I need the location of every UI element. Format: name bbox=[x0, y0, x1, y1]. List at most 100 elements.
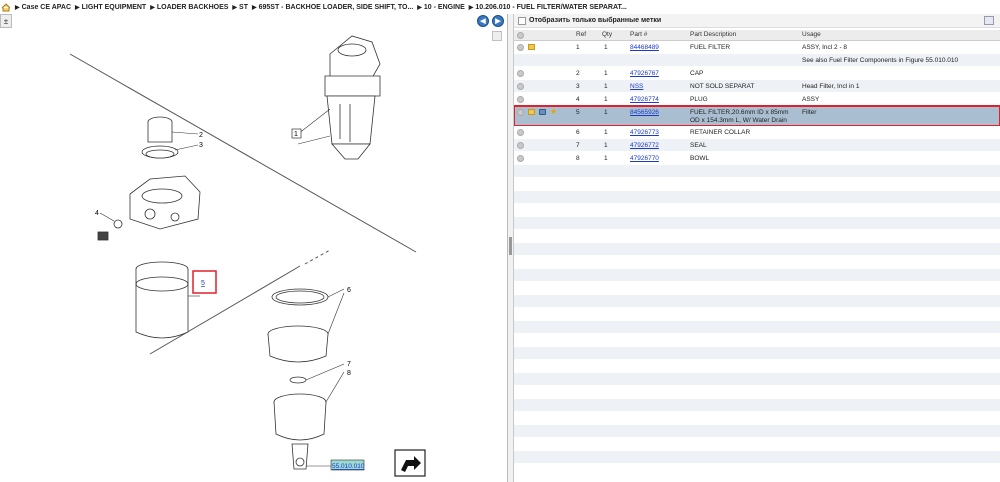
callout-5[interactable]: 5 bbox=[201, 280, 205, 287]
part-number-cell: NSS bbox=[630, 83, 643, 91]
callout-4[interactable]: 4 bbox=[95, 210, 99, 217]
part-number-link[interactable]: 84565926 bbox=[630, 109, 659, 116]
breadcrumb-label[interactable]: 10.206.010 - FUEL FILTER/WATER SEPARAT..… bbox=[475, 4, 626, 11]
table-row[interactable]: 2 1 47926767 CAP bbox=[514, 67, 1000, 80]
table-row[interactable]: 7 1 47926772 SEAL bbox=[514, 139, 1000, 152]
col-part[interactable]: Part # bbox=[630, 31, 647, 38]
breadcrumb-item[interactable]: ▶ LOADER BACKHOES bbox=[146, 4, 228, 11]
expand-row-icon[interactable] bbox=[517, 96, 524, 103]
part-number-link[interactable]: 47926774 bbox=[630, 96, 659, 103]
ref-cell: 6 bbox=[576, 129, 580, 136]
tool-icon[interactable] bbox=[539, 109, 546, 115]
assembled-filter-drawing bbox=[324, 35, 381, 160]
breadcrumb: ▶ Case CE APAC ▶ LIGHT EQUIPMENT ▶ LOADER B… bbox=[0, 0, 1000, 14]
breadcrumb-item[interactable]: ▶ LIGHT EQUIPMENT bbox=[71, 4, 146, 11]
empty-row bbox=[514, 191, 1000, 204]
breadcrumb-label[interactable]: LIGHT EQUIPMENT bbox=[82, 4, 147, 11]
description-cell: NOT SOLD SEPARAT bbox=[690, 83, 755, 90]
expand-row-icon[interactable] bbox=[517, 142, 524, 149]
show-selected-checkbox[interactable] bbox=[518, 16, 526, 25]
star-icon[interactable]: ★ bbox=[550, 107, 557, 116]
qty-cell: 1 bbox=[604, 142, 608, 149]
grid-icon[interactable] bbox=[984, 16, 994, 25]
breadcrumb-label[interactable]: LOADER BACKHOES bbox=[157, 4, 229, 11]
parts-table: 1 1 84468489 FUEL FILTER ASSY, Incl 2 - 8 See… bbox=[514, 41, 1000, 477]
table-row[interactable]: 3 1 NSS NOT SOLD SEPARAT Head Filter, Incl i… bbox=[514, 80, 1000, 93]
part-number-link[interactable]: 47926770 bbox=[630, 155, 659, 162]
breadcrumb-label[interactable]: Case CE APAC bbox=[22, 4, 71, 11]
empty-row bbox=[514, 334, 1000, 347]
ref-cell: 8 bbox=[576, 155, 580, 162]
empty-row bbox=[514, 438, 1000, 451]
breadcrumb-label[interactable]: 695ST - BACKHOE LOADER, SIDE SHIFT, TO..… bbox=[259, 4, 414, 11]
part-number-cell: 47926770 bbox=[630, 155, 659, 163]
chevron-right-icon: ▶ bbox=[75, 4, 80, 11]
col-ref[interactable]: Ref bbox=[576, 31, 586, 38]
col-desc[interactable]: Part Description bbox=[690, 31, 736, 38]
table-row[interactable]: 1 1 84468489 FUEL FILTER ASSY, Incl 2 - 8 bbox=[514, 41, 1000, 54]
ref-cell: 3 bbox=[576, 83, 580, 90]
splitter-grip[interactable] bbox=[509, 237, 512, 255]
part-number-link[interactable]: NSS bbox=[630, 83, 643, 90]
callout-8[interactable]: 8 bbox=[347, 370, 351, 377]
col-qty[interactable]: Qty bbox=[602, 31, 612, 38]
part-number-link[interactable]: 47926767 bbox=[630, 70, 659, 77]
folder-icon[interactable] bbox=[528, 109, 535, 115]
qty-cell: 1 bbox=[604, 83, 608, 90]
description-cell: PLUG bbox=[690, 96, 708, 103]
breadcrumb-item[interactable]: ▶ Case CE APAC bbox=[11, 4, 71, 11]
expand-row-icon[interactable] bbox=[517, 129, 524, 136]
expand-row-icon[interactable] bbox=[517, 70, 524, 77]
empty-row bbox=[514, 217, 1000, 230]
expand-row-icon[interactable] bbox=[517, 44, 524, 51]
empty-row bbox=[514, 399, 1000, 412]
usage-cell: Head Filter, Incl in 1 bbox=[802, 83, 860, 90]
qty-cell: 1 bbox=[604, 109, 608, 116]
table-row[interactable]: 6 1 47926773 RETAINER COLLAR bbox=[514, 126, 1000, 139]
usage-cell: ASSY bbox=[802, 96, 820, 103]
callout-2[interactable]: 2 bbox=[199, 132, 203, 139]
table-row[interactable]: 8 1 47926770 BOWL bbox=[514, 152, 1000, 165]
callout-3[interactable]: 3 bbox=[199, 142, 203, 149]
expand-row-icon[interactable] bbox=[517, 109, 524, 116]
breadcrumb-item[interactable]: ▶ 10.206.010 - FUEL FILTER/WATER SEPARAT.… bbox=[465, 4, 627, 11]
table-row[interactable]: See also Fuel Filter Components in Figur… bbox=[514, 54, 1000, 67]
qty-cell: 1 bbox=[604, 96, 608, 103]
expand-all-icon[interactable] bbox=[517, 32, 524, 39]
expand-row-icon[interactable] bbox=[517, 83, 524, 90]
breadcrumb-label[interactable]: 10 - ENGINE bbox=[424, 4, 465, 11]
bowl-drawing bbox=[273, 376, 327, 470]
callout-7[interactable]: 7 bbox=[347, 361, 351, 368]
breadcrumb-item[interactable]: ▶ 10 - ENGINE bbox=[413, 4, 464, 11]
usage-cell: ASSY, Incl 2 - 8 bbox=[802, 44, 848, 51]
expand-row-icon[interactable] bbox=[517, 155, 524, 162]
col-usage[interactable]: Usage bbox=[802, 31, 821, 38]
figure-ref-link[interactable]: 55.010.010 bbox=[332, 463, 365, 470]
home-icon[interactable] bbox=[1, 2, 11, 12]
ref-cell: 2 bbox=[576, 70, 580, 77]
empty-row bbox=[514, 282, 1000, 295]
chevron-right-icon: ▶ bbox=[417, 4, 422, 11]
ref-cell: 5 bbox=[576, 109, 580, 116]
part-number-cell: 84468489 bbox=[630, 44, 659, 52]
table-row[interactable]: 4 1 47926774 PLUG ASSY bbox=[514, 93, 1000, 106]
folder-icon[interactable] bbox=[528, 44, 535, 50]
breadcrumb-item[interactable]: ▶ ST bbox=[228, 4, 248, 11]
breadcrumb-label[interactable]: ST bbox=[239, 4, 248, 11]
ref-cell: 1 bbox=[576, 44, 580, 51]
breadcrumb-item[interactable]: ▶ 695ST - BACKHOE LOADER, SIDE SHIFT, TO.… bbox=[248, 4, 413, 11]
empty-row bbox=[514, 243, 1000, 256]
part-number-link[interactable]: 47926772 bbox=[630, 142, 659, 149]
part-number-link[interactable]: 84468489 bbox=[630, 44, 659, 51]
empty-row bbox=[514, 412, 1000, 425]
diagram-pane: ± ◀ ▶ 1 2 3 4 5 6 7 8 55.010.010 bbox=[0, 14, 508, 482]
table-header: Ref Qty Part # Part Description Usage bbox=[514, 30, 1000, 41]
callout-6[interactable]: 6 bbox=[347, 287, 351, 294]
empty-row bbox=[514, 386, 1000, 399]
description-cell: FUEL FILTER,20.6mm ID x 85mm OD x 154.3m… bbox=[690, 109, 789, 124]
table-row[interactable]: ★ 5 1 84565926 FUEL FILTER,20.6mm ID x 85mm … bbox=[514, 105, 1000, 127]
filter-head-drawing bbox=[129, 175, 201, 230]
part-number-link[interactable]: 47926773 bbox=[630, 129, 659, 136]
callout-1[interactable]: 1 bbox=[294, 131, 298, 138]
chevron-right-icon: ▶ bbox=[251, 4, 257, 11]
